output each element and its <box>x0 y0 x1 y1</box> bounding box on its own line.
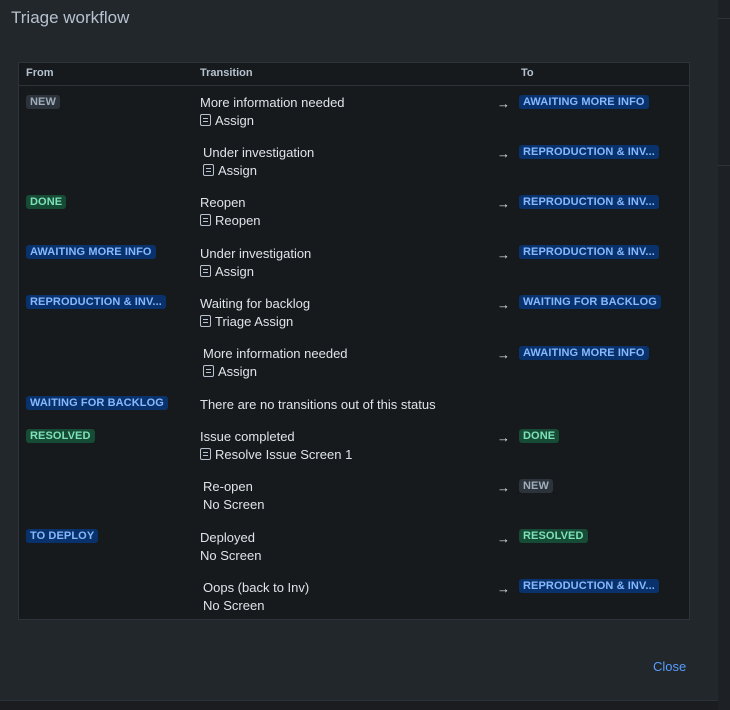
arrow-icon: → <box>497 581 510 596</box>
transition-screen: No Screen <box>203 598 265 613</box>
from-status-lozenge: RESOLVED <box>26 429 95 443</box>
transition-screen: Assign <box>203 364 257 379</box>
background-panel <box>718 0 730 710</box>
to-status-lozenge: REPRODUCTION & INV... <box>519 579 659 593</box>
to-status-lozenge: RESOLVED <box>519 529 588 543</box>
table-row: Under investigation Assign → REPRODUCTIO… <box>19 145 689 195</box>
to-status-lozenge: WAITING FOR BACKLOG <box>519 295 661 309</box>
screen-icon <box>200 448 211 460</box>
transition-screen: No Screen <box>200 548 262 563</box>
from-status-lozenge: WAITING FOR BACKLOG <box>26 396 168 410</box>
workflow-dialog: Triage workflow From Transition To NEW M… <box>0 0 718 700</box>
transitions-table: From Transition To NEW More information … <box>18 62 690 620</box>
arrow-icon: → <box>497 430 510 445</box>
to-status-lozenge: DONE <box>519 429 560 443</box>
transition-name: Issue completed <box>200 429 295 444</box>
transition-name: Under investigation <box>200 246 312 261</box>
to-status-lozenge: AWAITING MORE INFO <box>519 95 649 109</box>
from-status-lozenge: TO DEPLOY <box>26 529 99 543</box>
screen-icon <box>200 315 211 327</box>
arrow-icon: → <box>497 480 510 495</box>
arrow-icon: → <box>497 146 510 161</box>
table-row: NEW More information needed Assign → AWA… <box>19 95 689 145</box>
screen-icon <box>200 114 211 126</box>
transition-name: Deployed <box>200 530 255 545</box>
transition-name: Waiting for backlog <box>200 296 311 311</box>
to-status-lozenge: NEW <box>519 479 553 493</box>
transition-name: Reopen <box>200 195 246 210</box>
arrow-icon: → <box>497 196 510 211</box>
transition-name: More information needed <box>200 95 345 110</box>
table-row: Oops (back to Inv) No Screen → REPRODUCT… <box>19 579 689 629</box>
dialog-title: Triage workflow <box>11 8 130 27</box>
table-row: DONE Reopen Reopen → REPRODUCTION & INV.… <box>19 195 689 245</box>
arrow-icon: → <box>497 531 510 546</box>
table-row: AWAITING MORE INFO Under investigation A… <box>19 245 689 295</box>
table-header: From Transition To <box>19 63 689 86</box>
close-button[interactable]: Close <box>653 659 686 674</box>
transition-name: Re-open <box>203 479 253 494</box>
table-row: REPRODUCTION & INV... Waiting for backlo… <box>19 295 689 345</box>
table-row: More information needed Assign → AWAITIN… <box>19 346 689 396</box>
transition-screen: Resolve Issue Screen 1 <box>200 447 352 462</box>
to-status-lozenge: REPRODUCTION & INV... <box>519 245 659 259</box>
from-status-lozenge: DONE <box>26 195 67 209</box>
transition-name: Oops (back to Inv) <box>203 580 310 595</box>
arrow-icon: → <box>497 247 510 262</box>
to-status-lozenge: REPRODUCTION & INV... <box>519 195 659 209</box>
screen-icon <box>200 214 211 226</box>
transition-name: More information needed <box>203 346 348 361</box>
transition-screen: Assign <box>200 264 254 279</box>
screen-icon <box>203 164 214 176</box>
transition-screen: Assign <box>200 113 254 128</box>
table-row: RESOLVED Issue completed Resolve Issue S… <box>19 429 689 479</box>
transition-screen: No Screen <box>203 497 265 512</box>
from-status-lozenge: AWAITING MORE INFO <box>26 245 156 259</box>
header-transition: Transition <box>200 67 253 79</box>
screen-icon <box>203 365 214 377</box>
to-status-lozenge: AWAITING MORE INFO <box>519 346 649 360</box>
to-status-lozenge: REPRODUCTION & INV... <box>519 145 659 159</box>
no-transitions-message: There are no transitions out of this sta… <box>200 397 436 412</box>
arrow-icon: → <box>497 96 510 111</box>
from-status-lozenge: NEW <box>26 95 60 109</box>
transition-screen: Triage Assign <box>200 314 293 329</box>
transition-screen: Assign <box>203 163 257 178</box>
arrow-icon: → <box>497 297 510 312</box>
header-from: From <box>26 67 54 79</box>
header-to: To <box>521 67 534 79</box>
table-row: TO DEPLOY Deployed No Screen → RESOLVED <box>19 529 689 579</box>
screen-icon <box>200 265 211 277</box>
transition-name: Under investigation <box>203 145 315 160</box>
transition-screen: Reopen <box>200 213 261 228</box>
from-status-lozenge: REPRODUCTION & INV... <box>26 295 166 309</box>
arrow-icon: → <box>497 347 510 362</box>
table-row: Re-open No Screen → NEW <box>19 479 689 529</box>
